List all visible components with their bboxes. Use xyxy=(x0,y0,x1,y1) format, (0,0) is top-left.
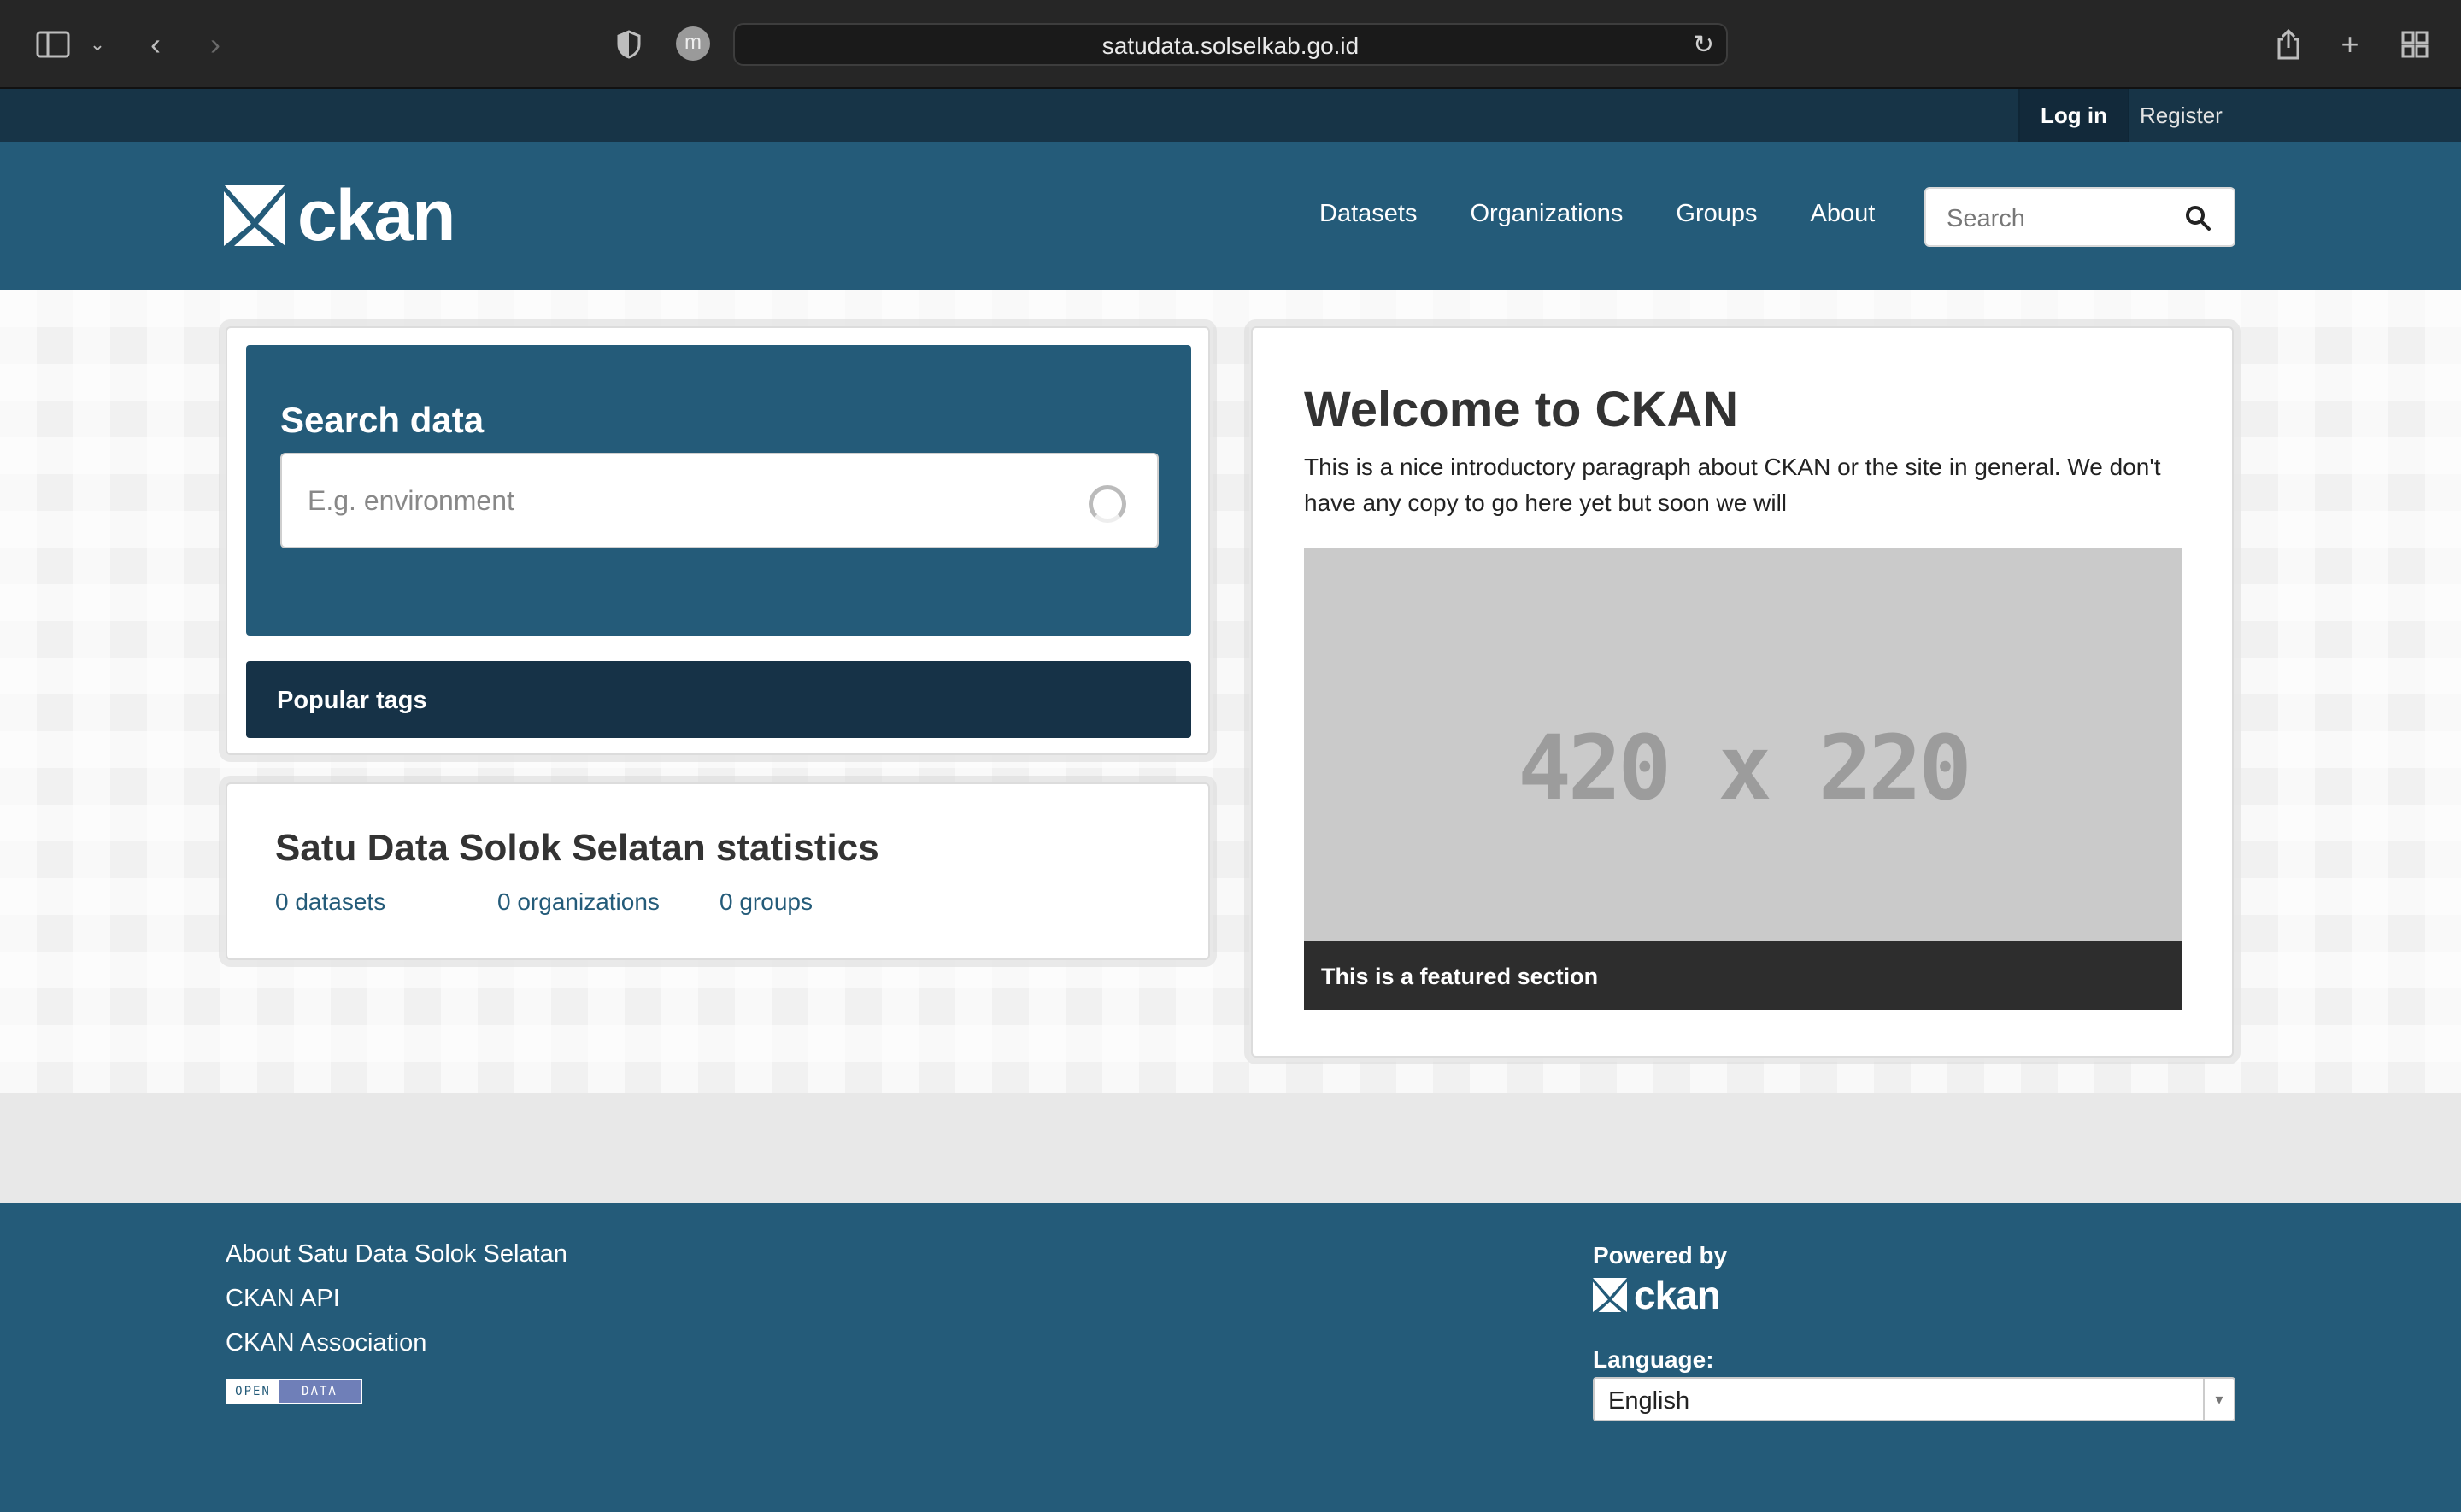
stat-label: groups xyxy=(739,888,813,915)
stat-label: organizations xyxy=(517,888,660,915)
footer-link-association[interactable]: CKAN Association xyxy=(226,1329,426,1357)
open-data-badge-data: DATA xyxy=(279,1380,361,1403)
url-text: satudata.solselkab.go.id xyxy=(1101,32,1360,59)
browser-toolbar: ⌄ ‹ › m satudata.solselkab.go.id ↻ + xyxy=(0,0,2461,89)
chevron-down-icon[interactable]: ⌄ xyxy=(79,26,116,63)
site-search-input[interactable]: Search xyxy=(1924,187,2235,247)
new-tab-icon[interactable]: + xyxy=(2331,26,2369,63)
nav-organizations[interactable]: Organizations xyxy=(1470,200,1623,228)
search-data-placeholder: E.g. environment xyxy=(308,485,514,516)
address-bar[interactable]: satudata.solselkab.go.id ↻ xyxy=(733,23,1728,66)
stat-organizations[interactable]: 0 organizations xyxy=(497,888,660,916)
nav-groups[interactable]: Groups xyxy=(1676,200,1757,228)
powered-by-label: Powered by xyxy=(1593,1242,1728,1269)
tab-overview-icon[interactable] xyxy=(2396,26,2434,63)
back-icon[interactable]: ‹ xyxy=(137,26,174,63)
reload-icon[interactable]: ↻ xyxy=(1693,30,1714,60)
featured-image-placeholder[interactable]: 420 x 220 xyxy=(1304,548,2182,941)
login-link[interactable]: Log in xyxy=(2018,89,2129,142)
stat-count: 0 xyxy=(497,888,511,915)
image-placeholder-text: 420 x 220 xyxy=(1518,716,1972,820)
content-band xyxy=(0,1093,2461,1203)
open-data-badge-open: OPEN xyxy=(227,1380,279,1403)
open-data-badge[interactable]: OPEN DATA xyxy=(226,1379,362,1404)
search-module: Search data E.g. environment xyxy=(246,345,1191,636)
share-icon[interactable] xyxy=(2270,26,2307,63)
powered-by-ckan-logo[interactable]: ckan xyxy=(1593,1273,1721,1317)
site-search-placeholder: Search xyxy=(1947,205,2025,232)
forward-icon[interactable]: › xyxy=(197,26,234,63)
profile-avatar[interactable]: m xyxy=(676,26,710,61)
stats-panel: Satu Data Solok Selatan statistics 0 dat… xyxy=(226,782,1210,960)
stat-datasets[interactable]: 0 datasets xyxy=(275,888,385,916)
footer-link-about[interactable]: About Satu Data Solok Selatan xyxy=(226,1240,567,1269)
footer-link-api[interactable]: CKAN API xyxy=(226,1285,340,1313)
nav-about[interactable]: About xyxy=(1811,200,1876,228)
stat-count: 0 xyxy=(720,888,733,915)
nav-datasets[interactable]: Datasets xyxy=(1319,200,1417,228)
search-data-title: Search data xyxy=(280,400,485,440)
stat-count: 0 xyxy=(275,888,289,915)
featured-caption[interactable]: This is a featured section xyxy=(1304,941,2182,1010)
welcome-title: Welcome to CKAN xyxy=(1304,382,1739,437)
search-data-input[interactable]: E.g. environment xyxy=(280,453,1159,548)
loading-spinner-icon xyxy=(1089,485,1126,523)
ckan-logo-icon xyxy=(224,185,285,246)
powered-logo-text: ckan xyxy=(1634,1273,1721,1317)
footer: About Satu Data Solok Selatan CKAN API C… xyxy=(0,1203,2461,1512)
sidebar-toggle-icon[interactable] xyxy=(34,26,72,63)
welcome-panel: Welcome to CKAN This is a nice introduct… xyxy=(1251,326,2234,1058)
language-label: Language: xyxy=(1593,1346,1714,1373)
register-link[interactable]: Register xyxy=(2119,89,2243,142)
featured-caption-text: This is a featured section xyxy=(1321,964,1599,989)
logo-text: ckan xyxy=(297,175,455,255)
search-panel: Search data E.g. environment Popular tag… xyxy=(226,326,1210,755)
popular-tags-bar: Popular tags xyxy=(246,661,1191,738)
account-bar: Log in Register xyxy=(0,89,2461,142)
stat-label: datasets xyxy=(295,888,386,915)
stat-groups[interactable]: 0 groups xyxy=(720,888,813,916)
welcome-text: This is a nice introductory paragraph ab… xyxy=(1304,454,2161,516)
popular-tags-label: Popular tags xyxy=(277,687,427,714)
search-icon[interactable] xyxy=(2184,204,2211,231)
ckan-logo-icon xyxy=(1593,1278,1627,1312)
stats-title: Satu Data Solok Selatan statistics xyxy=(275,827,879,869)
chevron-down-icon: ▾ xyxy=(2203,1379,2234,1420)
main-nav: Datasets Organizations Groups About xyxy=(1319,200,1875,228)
masthead: ckan Datasets Organizations Groups About… xyxy=(0,142,2461,290)
language-value: English xyxy=(1608,1387,1690,1415)
ckan-logo[interactable]: ckan xyxy=(224,175,455,255)
language-select[interactable]: English ▾ xyxy=(1593,1377,2235,1421)
shield-icon[interactable] xyxy=(610,26,648,63)
